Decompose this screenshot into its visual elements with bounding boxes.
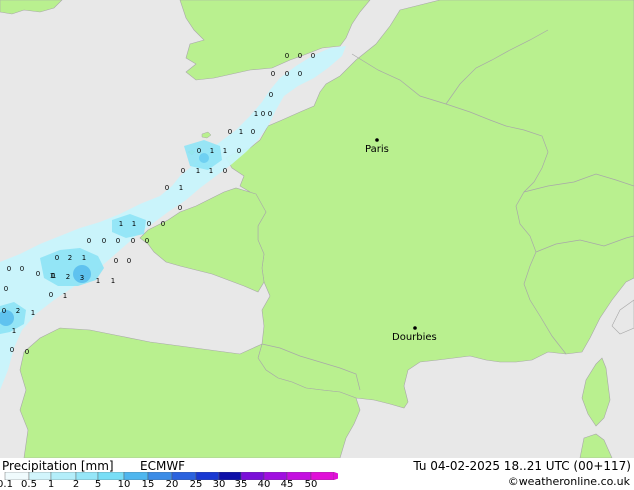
precip-value: 0 [147,220,151,228]
precip-value: 0 [178,204,182,212]
precip-value: 0 [49,291,53,299]
legend-tick-label: 20 [165,479,179,490]
precip-value: 0 [131,237,135,245]
precip-value: 1 [196,167,200,175]
precip-value: 2 [66,273,70,281]
precip-value: 0 [285,52,289,60]
legend-tick-label: 15 [141,479,155,490]
precip-value: 0 [285,70,289,78]
legend-tick-label: 45 [280,479,294,490]
legend-tick-label: 5 [94,479,102,490]
precip-value: 0 [4,285,8,293]
model-name: ECMWF [140,459,186,473]
credit-link[interactable]: ©weatheronline.co.uk [508,475,630,489]
precip-value: 1 [210,147,214,155]
precip-value: 1 [12,327,16,335]
precip-value: 0 [36,270,40,278]
precip-value: 0 [271,70,275,78]
precip-value: 0 [181,167,185,175]
precip-value: 1 [96,277,100,285]
legend-tick-label: 40 [257,479,271,490]
precip-value: 2 [68,254,72,262]
precip-value: 0 [161,220,165,228]
map-canvas: 0 0 0 0 0 0 0 0 1 0 0 1 0 0 1 1 0 0 1 1 … [0,0,634,458]
legend-tick-label: 10 [117,479,131,490]
precip-value: 0 [251,128,255,136]
city-dot-paris [375,138,379,142]
precip-value: 0 [269,91,273,99]
precip-value: 0 [223,167,227,175]
precip-value: 0 [10,346,14,354]
precip-value: 0 [2,307,6,315]
weather-map: 0 0 0 0 0 0 0 0 1 0 0 1 0 0 1 1 0 0 1 1 … [0,0,634,458]
precip-value: 1 [223,147,227,155]
legend-tick-label: 0.1 [0,479,13,490]
precip-value: 0 [87,237,91,245]
legend-tick-label: 35 [234,479,248,490]
precip-value: 2 [16,307,20,315]
map-title: Precipitation [mm] [2,459,114,473]
city-label-paris: Paris [365,144,389,155]
precip-value: 0 [114,257,118,265]
precip-value: 0 [116,237,120,245]
map-footer: Precipitation [mm] ECMWF Tu 04-02-2025 1… [0,458,634,490]
precip-value: 0 [237,147,241,155]
precip-value: 1 [111,277,115,285]
precip-value: 1 [119,220,123,228]
precip-value: 0 [7,265,11,273]
precip-value: 1 [63,292,67,300]
precip-value: 0 [165,184,169,192]
precip-value: 0 [25,348,29,356]
precip-value: 0 [145,237,149,245]
precip-value: 1 [31,309,35,317]
precip-value: 3 [80,274,84,282]
precip-value: 0 [55,254,59,262]
precip-value: 1 [179,184,183,192]
precip-value: 0 [268,110,272,118]
legend-tick-label: 0.5 [21,479,37,490]
legend-tick-label: 50 [304,479,318,490]
city-dot-dourbies [413,326,417,330]
precip-value: 0 [20,265,24,273]
legend-tick-label: 30 [212,479,226,490]
precip-value: 0 [298,52,302,60]
precip-value: 1 [209,167,213,175]
precip-value: 1 [254,110,258,118]
precip-value: 1 [239,128,243,136]
legend-arrow [334,472,338,480]
precip-value: 0 [311,52,315,60]
valid-time: Tu 04-02-2025 18..21 UTC (00+117) [413,459,631,473]
precip-value: 0 [197,147,201,155]
legend-tick-label: 1 [47,479,55,490]
precip-value: 1 [50,272,54,280]
precip-value: 0 [298,70,302,78]
precip-value: 1 [132,220,136,228]
precip-value: 1 [82,254,86,262]
precip-value: 0 [102,237,106,245]
precip-value: 0 [228,128,232,136]
city-label-dourbies: Dourbies [392,332,437,343]
legend-tick-label: 25 [189,479,203,490]
precip-value: 0 [261,110,265,118]
precip-value: 0 [127,257,131,265]
legend-tick-label: 2 [72,479,80,490]
